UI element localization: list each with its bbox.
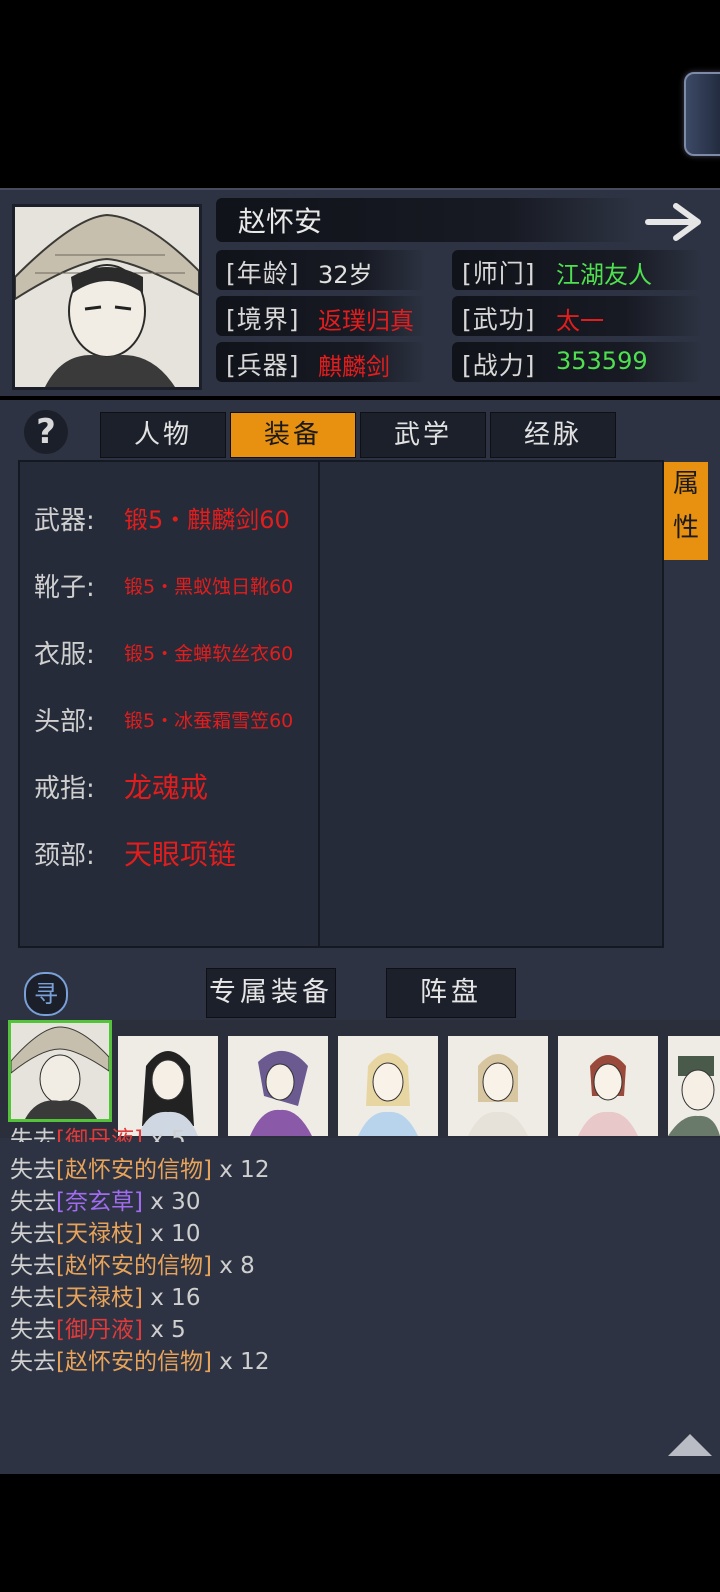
equipment-detail-pane: [318, 460, 664, 948]
log-line: 失去[赵怀安的信物] x 8: [10, 1253, 255, 1279]
attributes-label-1: 属: [672, 469, 699, 499]
age-value: 32岁: [318, 261, 373, 289]
realm-label: [境界]: [226, 305, 300, 334]
help-icon[interactable]: ?: [24, 410, 68, 454]
sect-label: [师门]: [462, 259, 536, 288]
slot-label-clothes: 衣服:: [34, 640, 95, 670]
slot-label-weapon: 武器:: [34, 506, 95, 536]
character-avatar[interactable]: [668, 1036, 720, 1136]
slot-item-boots[interactable]: 锻5・黑蚁蚀日靴60: [124, 572, 293, 599]
scroll-up-icon[interactable]: [668, 1434, 712, 1456]
exclusive-equipment-button[interactable]: 专属装备: [206, 968, 336, 1018]
age-label: [年龄]: [226, 259, 300, 288]
slot-label-head: 头部:: [34, 707, 95, 737]
book-icon[interactable]: [684, 72, 720, 156]
swap-icon[interactable]: 寻: [24, 972, 68, 1016]
tab-equipment[interactable]: 装备: [230, 412, 356, 458]
formation-button[interactable]: 阵盘: [386, 968, 516, 1018]
attributes-label-2: 性: [672, 513, 699, 543]
kungfu-label: [武功]: [462, 305, 536, 334]
character-avatar[interactable]: [228, 1036, 328, 1136]
tab-martial-arts[interactable]: 武学: [360, 412, 486, 458]
log-line: 失去[赵怀安的信物] x 12: [10, 1349, 270, 1375]
slot-item-neck[interactable]: 天眼项链: [124, 833, 236, 873]
log-line: 失去[天禄枝] x 16: [10, 1285, 201, 1311]
character-avatar-selected[interactable]: [8, 1020, 112, 1122]
log-line: 失去[御丹液] x 5: [10, 1317, 186, 1343]
log-line: 失去[奈玄草] x 30: [10, 1189, 201, 1215]
character-avatar[interactable]: [338, 1036, 438, 1136]
slot-item-weapon[interactable]: 锻5・麒麟剑60: [124, 500, 290, 535]
character-avatar[interactable]: [558, 1036, 658, 1136]
slot-item-ring[interactable]: 龙魂戒: [124, 766, 208, 806]
character-portrait: [12, 204, 202, 390]
kungfu-value: 太一: [556, 307, 604, 335]
realm-value: 返璞归真: [318, 307, 414, 335]
character-name: 赵怀安: [238, 205, 323, 238]
tab-meridians[interactable]: 经脉: [490, 412, 616, 458]
slot-label-boots: 靴子:: [34, 573, 95, 603]
log-line: 失去[天禄枝] x 10: [10, 1221, 201, 1247]
character-avatar[interactable]: [448, 1036, 548, 1136]
power-label: [战力]: [462, 351, 536, 380]
sect-value: 江湖友人: [556, 261, 652, 289]
slot-item-clothes[interactable]: 锻5・金蝉软丝衣60: [124, 639, 293, 666]
weapon-value: 麒麟剑: [318, 353, 390, 381]
weapon-label: [兵器]: [226, 351, 300, 380]
attributes-side-tab[interactable]: 属 性: [664, 462, 708, 560]
next-character-arrow-icon[interactable]: [644, 200, 706, 244]
bottom-button-row: [0, 960, 720, 1020]
log-line: 失去[御丹液] x 5: [10, 1127, 186, 1142]
tab-character[interactable]: 人物: [100, 412, 226, 458]
slot-label-ring: 戒指:: [34, 774, 95, 804]
slot-label-neck: 颈部:: [34, 841, 95, 871]
power-value: 353599: [556, 347, 648, 375]
slot-item-head[interactable]: 锻5・冰蚕霜雪笠60: [124, 706, 293, 733]
log-line: 失去[赵怀安的信物] x 12: [10, 1157, 270, 1183]
